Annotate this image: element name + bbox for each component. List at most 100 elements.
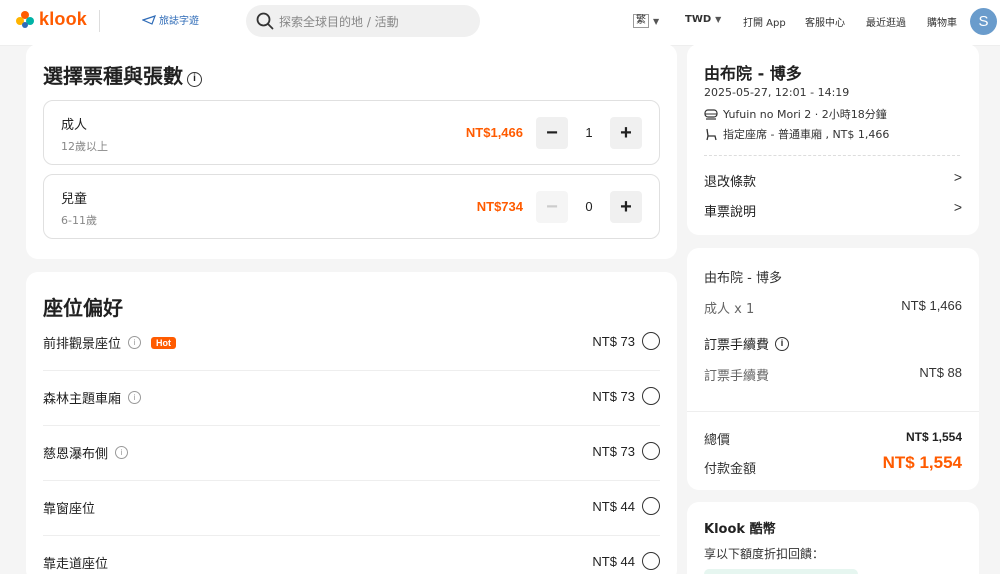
ticket-quantity: 1: [585, 125, 593, 140]
ticket-row-child: 兒童 6-11歲 NT$734 − 0 +: [43, 174, 660, 239]
ticket-price: NT$1,466: [465, 125, 523, 140]
hot-badge: Hot: [151, 336, 177, 349]
search-bar[interactable]: 探索全球目的地 / 活動: [246, 5, 480, 37]
train-text: Yufuin no Mori 2 · 2小時18分鐘: [723, 108, 887, 121]
seat-price: NT$ 44: [592, 499, 635, 514]
avatar[interactable]: S: [970, 8, 997, 35]
info-icon[interactable]: i: [128, 391, 142, 404]
ticket-section-title: 選擇票種與張數 i: [43, 60, 202, 89]
seat-price: NT$ 73: [592, 389, 635, 404]
partner-logo[interactable]: 旅誌字遊: [142, 12, 199, 27]
plus-button[interactable]: +: [610, 191, 642, 223]
total-label: 總價: [704, 433, 731, 448]
seat-radio[interactable]: [642, 552, 660, 570]
seat-radio[interactable]: [642, 332, 660, 350]
recently-viewed-link[interactable]: 最近逛過: [866, 14, 906, 29]
pay-label: 付款金額: [704, 462, 757, 477]
chevron-right-icon[interactable]: >: [954, 169, 962, 185]
info-icon[interactable]: i: [115, 446, 129, 459]
partner-label: 旅誌字遊: [159, 16, 199, 27]
caret-down-icon: ▼: [715, 15, 722, 24]
price-summary-card: 由布院 - 博多 成人 x 1 NT$ 1,466 訂票手續費 i 訂票手續費 N…: [687, 248, 979, 490]
seat-price: NT$ 73: [592, 334, 635, 349]
seat-price: NT$ 73: [592, 444, 635, 459]
ticket-info-link[interactable]: 車票說明: [704, 201, 756, 220]
seat-radio[interactable]: [642, 497, 660, 515]
seat-option[interactable]: 慈恩瀑布側 i NT$ 73: [43, 426, 660, 481]
seat-option-label: 靠窗座位: [43, 498, 95, 517]
ticket-name: 兒童: [61, 192, 88, 207]
seat-type-text: 指定座席 - 普通車廂 , NT$ 1,466: [723, 128, 890, 141]
seat-preference-card: 座位偏好 前排觀景座位 i Hot NT$ 73 森林主題車廂 i NT$ 73…: [26, 272, 677, 574]
trip-datetime: 2025-05-27, 12:01 - 14:19: [704, 86, 850, 99]
ticket-row-adult: 成人 12歲以上 NT$1,466 − 1 +: [43, 100, 660, 165]
ticket-age: 6-11歲: [61, 214, 97, 227]
ticket-card: 選擇票種與張數 i 成人 12歲以上 NT$1,466 − 1 + 兒童 6-11…: [26, 44, 677, 259]
language-label: 繁: [633, 14, 649, 28]
caret-down-icon: ▼: [653, 16, 660, 26]
top-header: klook 旅誌字遊 探索全球目的地 / 活動 繁 ▼ TWD ▼ 打開 App…: [0, 0, 1000, 46]
divider: [687, 411, 979, 412]
info-icon[interactable]: i: [775, 336, 790, 351]
coins-subtitle: 享以下額度折扣回饋：: [704, 547, 825, 561]
open-app-link[interactable]: 打開 App: [743, 14, 786, 29]
trip-info-card: 由布院 - 博多 2025-05-27, 12:01 - 14:19 Yufui…: [687, 44, 979, 235]
seat-option-label: 森林主題車廂 i: [43, 388, 142, 407]
ticket-price: NT$734: [476, 199, 523, 214]
seat-label-text: 慈恩瀑布側: [43, 447, 109, 462]
seat-option-label: 靠走道座位: [43, 553, 108, 572]
klook-coins-card: Klook 酷幣 享以下額度折扣回饋：: [687, 502, 979, 574]
coins-title: Klook 酷幣: [704, 522, 776, 537]
coins-reward-box: [704, 569, 858, 574]
header-divider: [99, 10, 100, 32]
seat-option-label: 慈恩瀑布側 i: [43, 443, 129, 462]
info-icon[interactable]: i: [128, 336, 142, 349]
trip-train: Yufuin no Mori 2 · 2小時18分鐘: [704, 106, 887, 122]
seat-icon: [706, 128, 717, 140]
klook-logo[interactable]: klook: [15, 9, 87, 30]
seat-option[interactable]: 森林主題車廂 i NT$ 73: [43, 371, 660, 426]
adult-count: 成人 x 1: [704, 302, 755, 317]
seat-label-text: 靠走道座位: [43, 557, 109, 572]
ticket-age: 12歲以上: [61, 140, 108, 153]
search-placeholder: 探索全球目的地 / 活動: [279, 14, 399, 29]
cart-link[interactable]: 購物車: [927, 14, 957, 29]
seat-label-text: 前排觀景座位: [43, 337, 122, 352]
total-value: NT$ 1,554: [905, 430, 962, 444]
seat-option[interactable]: 前排觀景座位 i Hot NT$ 73: [43, 316, 660, 371]
seat-radio[interactable]: [642, 387, 660, 405]
fee-title-text: 訂票手續費: [704, 338, 770, 353]
currency-switcher[interactable]: TWD ▼: [685, 14, 721, 25]
pay-value: NT$ 1,554: [882, 453, 962, 472]
refund-policy-link[interactable]: 退改條款: [704, 171, 756, 190]
minus-button[interactable]: −: [536, 191, 568, 223]
language-switcher[interactable]: 繁 ▼: [633, 14, 659, 28]
currency-label: TWD: [685, 14, 712, 25]
seat-price: NT$ 44: [592, 554, 635, 569]
chevron-right-icon[interactable]: >: [954, 199, 962, 215]
fee-title: 訂票手續費 i: [704, 334, 790, 353]
info-icon[interactable]: i: [187, 72, 202, 87]
adult-price: NT$ 1,466: [901, 298, 962, 313]
search-icon: [256, 12, 274, 30]
plus-button[interactable]: +: [610, 117, 642, 149]
divider: [704, 155, 960, 156]
partner-logo-icon: [142, 14, 156, 25]
ticket-name: 成人: [61, 118, 88, 133]
trip-seat-type: 指定座席 - 普通車廂 , NT$ 1,466: [704, 126, 889, 142]
fee-label: 訂票手續費: [704, 369, 770, 384]
seat-radio[interactable]: [642, 442, 660, 460]
train-icon: [704, 109, 718, 120]
brand-name: klook: [39, 9, 88, 29]
trip-route: 由布院 - 博多: [704, 64, 802, 83]
seat-option-label: 前排觀景座位 i Hot: [43, 333, 177, 352]
seat-option[interactable]: 靠走道座位 NT$ 44: [43, 536, 660, 574]
ticket-quantity: 0: [585, 199, 593, 214]
seat-option[interactable]: 靠窗座位 NT$ 44: [43, 481, 660, 536]
seat-label-text: 森林主題車廂: [43, 392, 122, 407]
seat-label-text: 靠窗座位: [43, 502, 96, 517]
klook-logo-icon: [16, 10, 34, 28]
ticket-title-text: 選擇票種與張數: [43, 64, 183, 88]
minus-button[interactable]: −: [536, 117, 568, 149]
help-center-link[interactable]: 客服中心: [805, 14, 845, 29]
